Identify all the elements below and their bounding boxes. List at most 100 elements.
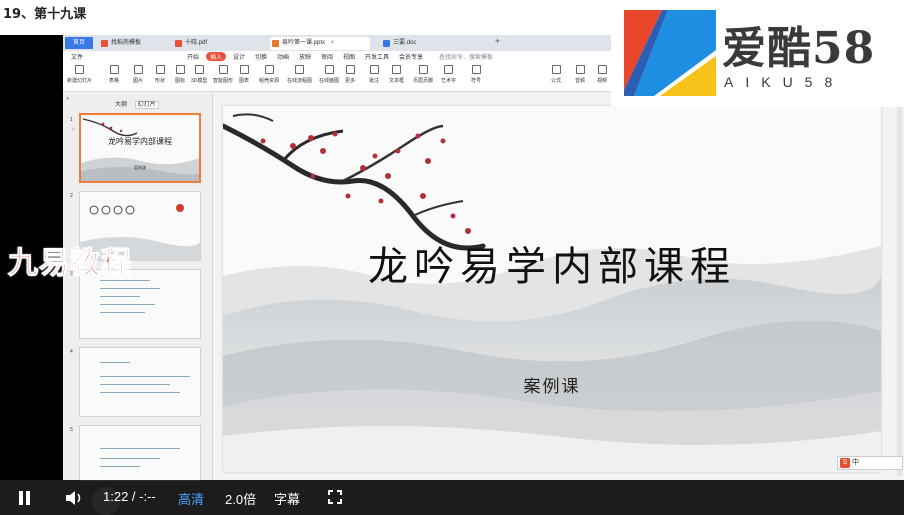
thumb-subtitle: 案例课 [134,165,146,170]
input-method-indicator[interactable]: S 中 [837,456,903,470]
volume-icon[interactable] [64,489,84,507]
menu-transition[interactable]: 切换 [255,52,267,61]
thumb-line [100,362,130,363]
pause-bar [26,491,30,505]
tab-label: 找稻壳模板 [111,40,142,46]
resources-button[interactable]: 稻壳资源 [259,65,279,84]
thumb-line [100,466,140,467]
menu-file[interactable]: 文件 [71,52,83,61]
audio-icon [575,65,585,74]
subtitle-button[interactable]: 字幕 [274,489,300,508]
shape-button[interactable]: 形状 [155,65,165,84]
icon-button[interactable]: 图标 [175,65,185,84]
symbol-icon [471,65,481,74]
textbox-button[interactable]: 文本框 [389,65,404,84]
page: 19、第十九课 首页 找稻壳模板 十晓.pdf 易吟第一课.pptx × 三要.… [0,0,904,515]
pdf-icon [175,40,182,47]
comment-button[interactable]: 批注 [369,65,379,84]
menu-insert[interactable]: 插入 [206,52,227,61]
smart-graphic-button[interactable]: 智能图形 [213,65,233,84]
slide-thumbnail-5[interactable] [79,425,201,481]
close-icon[interactable]: × [331,40,335,46]
new-tab-plus-icon[interactable]: + [495,36,500,46]
header-footer-button[interactable]: 页眉页脚 [413,65,433,84]
thumb-line [100,448,180,449]
shape-icon [155,65,165,74]
menu-animation[interactable]: 动画 [277,52,289,61]
slide-number: 2 [70,193,73,199]
menu-review[interactable]: 审阅 [321,52,333,61]
menu-member[interactable]: 会员专享 [399,52,423,61]
tab-label: 十晓.pdf [185,40,208,46]
video-button[interactable]: 视频 [597,65,607,84]
chart-icon [239,65,249,74]
tab-home[interactable]: 首页 [65,37,93,49]
audio-button[interactable]: 音频 [575,65,585,84]
slide-thumbnail-4[interactable] [79,347,201,417]
tab-outline[interactable]: 大纲 [115,102,127,108]
fullscreen-icon[interactable] [328,490,342,504]
brand-logo: 爱酷58 AIKU58 [611,0,904,107]
tab-slides[interactable]: 幻灯片 [134,101,159,109]
smart-graphic-icon [218,65,228,74]
vertical-scrollbar[interactable] [897,106,902,476]
comment-icon [369,65,379,74]
thumb-line [100,392,180,393]
chart-button[interactable]: 图表 [239,65,249,84]
tab-pdf[interactable]: 十晓.pdf [173,37,263,50]
menu-design[interactable]: 设计 [233,52,245,61]
logo-mark-icon [624,10,716,96]
textbox-icon [392,65,401,74]
pause-icon[interactable] [18,491,32,505]
flowchart-button[interactable]: 在线流程图 [287,65,312,84]
new-slide-button[interactable]: 新建幻灯片 [67,65,92,84]
thumb-title: 龙吟易学内部课程 [108,137,172,146]
slide-thumbnail-1[interactable]: 龙吟易学内部课程 案例课 [79,113,201,183]
wordart-button[interactable]: 艺术字 [441,65,456,84]
picture-button[interactable]: 图片 [133,65,143,84]
more-button[interactable]: 更多 [345,65,355,84]
mindmap-icon [324,65,334,74]
menu-developer[interactable]: 开发工具 [365,52,389,61]
quality-button[interactable]: 高清 [178,489,204,508]
thumb-line [100,296,140,297]
picture-icon [133,65,143,74]
doc-icon [383,40,390,47]
menu-view[interactable]: 视图 [343,52,355,61]
mindmap-button[interactable]: 在线脑图 [319,65,339,84]
speed-button[interactable]: 2.0倍 [225,489,256,508]
video-player[interactable]: 首页 找稻壳模板 十晓.pdf 易吟第一课.pptx × 三要.doc + 文件… [0,35,904,515]
new-slide-icon [75,65,84,74]
slide-title[interactable]: 龙吟易学内部课程 [223,234,881,292]
slide-subtitle[interactable]: 案例课 [223,372,881,397]
watermark-text: 九易教程 [8,246,132,282]
tab-template[interactable]: 找稻壳模板 [99,37,169,50]
corner [328,499,333,504]
3d-model-button[interactable]: 3D模型 [191,65,207,84]
lesson-title: 19、第十九课 [3,7,87,22]
search-command-input[interactable]: 查找命令、搜索模板 [439,52,493,61]
flowchart-icon [295,65,304,74]
tab-doc[interactable]: 三要.doc [381,37,491,50]
header-footer-icon [418,65,428,74]
pause-bar [19,491,23,505]
menu-slideshow[interactable]: 放映 [299,52,311,61]
collapse-panel-icon[interactable]: « [66,96,69,102]
logo-subtitle: AIKU58 [724,74,845,90]
menu-home[interactable]: 开始 [187,52,199,61]
video-icon [597,65,607,74]
more-icon [345,65,355,74]
logo-wordmark: 爱酷58 [722,23,876,74]
tab-pptx[interactable]: 易吟第一课.pptx × [270,37,370,50]
pptx-icon [272,40,279,47]
thumb-line [100,376,190,377]
slide-number: 4 [70,349,73,355]
formula-button[interactable]: 公式 [551,65,561,84]
table-button[interactable]: 表格 [109,65,119,84]
symbol-button[interactable]: 符号 [471,65,481,84]
tab-label: 易吟第一课.pptx [282,40,326,46]
resources-icon [264,65,274,74]
thumb-line [100,312,145,313]
slide-number: 5 [70,427,73,433]
main-slide-canvas[interactable]: 龙吟易学内部课程 案例课 [223,106,881,472]
